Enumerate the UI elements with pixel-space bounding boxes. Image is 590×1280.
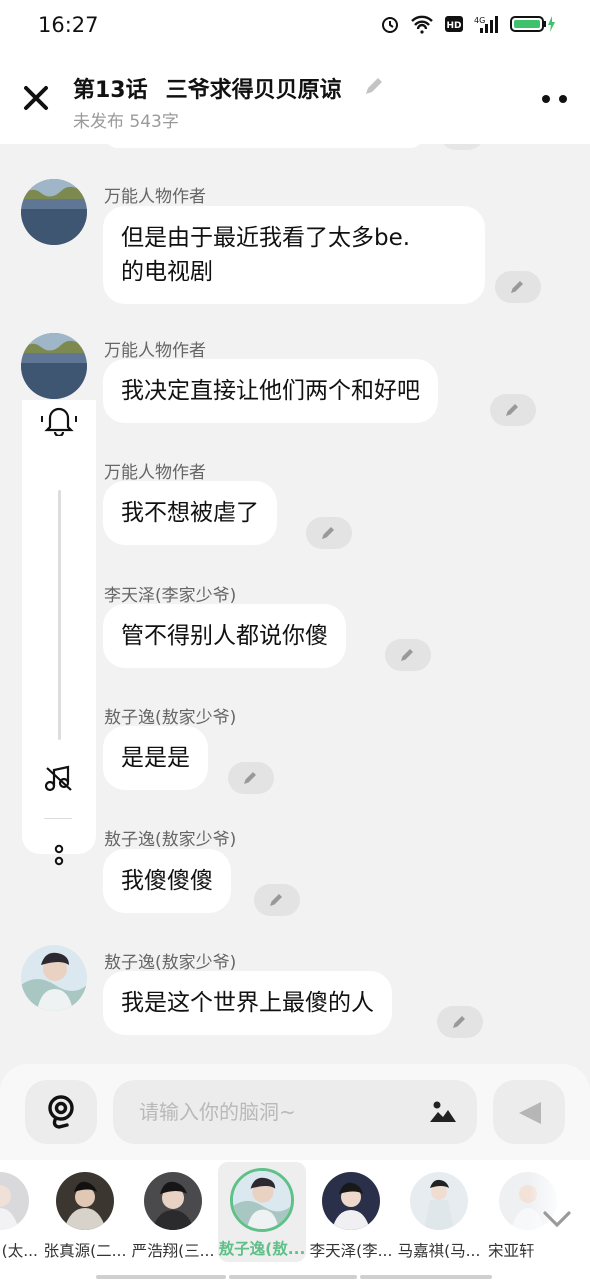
close-icon[interactable]: [20, 82, 52, 114]
chapter-title: 三爷求得贝贝原谅: [165, 78, 342, 103]
send-button[interactable]: [493, 1080, 565, 1144]
message-text: 我决定直接让他们两个和好吧: [121, 378, 420, 404]
pencil-icon: [270, 894, 282, 906]
message-bubble[interactable]: 是是是: [103, 726, 208, 790]
header: 第13话 三爷求得贝贝原谅 未发布 543字: [0, 52, 590, 144]
character-item-selected[interactable]: 敖子逸(敖...: [218, 1162, 306, 1262]
character-avatar: [322, 1172, 380, 1230]
message-text: 但是由于最近我看了太多be.: [121, 225, 411, 251]
character-avatar: [410, 1172, 468, 1230]
previous-bubble: [103, 144, 425, 148]
page-title: 第13话 三爷求得贝贝原谅: [73, 72, 342, 104]
signal-icon: 4G: [474, 16, 498, 33]
message-text: 我是这个世界上最傻的人: [121, 990, 374, 1016]
message-text: 的电视剧: [121, 259, 213, 285]
rail-divider: [58, 490, 61, 740]
character-name: 严浩翔(三...: [131, 1242, 215, 1260]
message-bubble[interactable]: 但是由于最近我看了太多be. 的电视剧: [103, 206, 485, 304]
speaker-name: 敖子逸(敖家少爷): [104, 830, 237, 850]
edit-button[interactable]: [437, 1006, 483, 1038]
voice-button[interactable]: [25, 1080, 97, 1144]
character-avatar: [230, 1168, 294, 1232]
dots-icon[interactable]: [53, 844, 65, 868]
pencil-icon: [322, 527, 334, 539]
chevron-down-icon[interactable]: [542, 1210, 572, 1228]
character-avatar: [56, 1172, 114, 1230]
character-item[interactable]: (太...: [0, 1170, 44, 1261]
rail-separator: [44, 818, 72, 819]
avatar[interactable]: [21, 179, 87, 245]
message-text: 我傻傻傻: [121, 868, 213, 894]
edit-button[interactable]: [254, 884, 300, 916]
voice-icon: [48, 1095, 74, 1129]
svg-text:HD: HD: [446, 21, 461, 31]
status-icons: HD 4G: [380, 14, 556, 34]
pencil-icon: [511, 281, 523, 293]
message-input[interactable]: [113, 1080, 477, 1144]
chapter-meta: 未发布 543字: [73, 112, 179, 132]
speaker-name: 敖子逸(敖家少爷): [104, 953, 237, 973]
message-bubble[interactable]: 我是这个世界上最傻的人: [103, 971, 392, 1035]
avatar[interactable]: [21, 945, 87, 1011]
speaker-name: 万能人物作者: [104, 341, 206, 361]
message-bubble[interactable]: 我傻傻傻: [103, 849, 231, 913]
hd-icon: HD: [445, 16, 463, 32]
strip-scrollbar: [96, 1275, 492, 1279]
edit-button[interactable]: [385, 639, 431, 671]
pencil-icon: [244, 772, 256, 784]
edit-button[interactable]: [490, 394, 536, 426]
character-avatar: [0, 1172, 29, 1230]
previous-edit-button[interactable]: [440, 144, 484, 150]
character-item[interactable]: 李天泽(李...: [307, 1170, 395, 1261]
speaker-name: 敖子逸(敖家少爷): [104, 708, 237, 728]
character-name: (太...: [1, 1242, 38, 1260]
character-name: 敖子逸(敖...: [218, 1240, 306, 1258]
send-icon: [519, 1102, 541, 1124]
pencil-icon[interactable]: [362, 74, 386, 98]
side-rail: [22, 400, 96, 866]
character-name: 张真源(二...: [43, 1242, 127, 1260]
more-icon[interactable]: [541, 94, 569, 104]
message-bubble[interactable]: 管不得别人都说你傻: [103, 604, 346, 668]
message-text: 管不得别人都说你傻: [121, 623, 328, 649]
edit-button[interactable]: [495, 271, 541, 303]
pencil-icon: [401, 649, 413, 661]
speaker-name: 万能人物作者: [104, 463, 206, 483]
message-bubble[interactable]: 我不想被虐了: [103, 481, 277, 545]
image-icon[interactable]: [428, 1100, 458, 1124]
character-strip: (太... 张真源(二... 严浩翔(三... 敖子逸(敖... 李天泽(李..…: [0, 1160, 590, 1280]
edit-button[interactable]: [306, 517, 352, 549]
character-name: 马嘉祺(马...: [397, 1242, 481, 1260]
message-bubble[interactable]: 我决定直接让他们两个和好吧: [103, 359, 438, 423]
speaker-name: 李天泽(李家少爷): [104, 586, 237, 606]
music-icon[interactable]: [44, 765, 74, 793]
battery-icon: [510, 16, 555, 32]
character-item[interactable]: 张真源(二...: [41, 1170, 129, 1261]
pencil-icon: [506, 404, 518, 416]
character-avatar: [144, 1172, 202, 1230]
pencil-icon: [453, 1016, 465, 1028]
wifi-icon: [411, 15, 433, 34]
chapter-number: 第13话: [73, 78, 148, 103]
character-name: 李天泽(李...: [309, 1242, 393, 1260]
status-bar: 16:27 HD 4G: [0, 0, 590, 52]
input-bar: [0, 1064, 590, 1160]
message-text: 是是是: [121, 745, 190, 771]
svg-text:4G: 4G: [474, 16, 485, 25]
avatar[interactable]: [21, 333, 87, 399]
bell-icon[interactable]: [40, 404, 78, 436]
character-item[interactable]: 马嘉祺(马...: [395, 1170, 483, 1261]
character-item[interactable]: 严浩翔(三...: [129, 1170, 217, 1261]
status-time: 16:27: [38, 13, 99, 37]
alarm-icon: [382, 17, 398, 33]
message-text: 我不想被虐了: [121, 500, 259, 526]
edit-button[interactable]: [228, 762, 274, 794]
speaker-name: 万能人物作者: [104, 187, 206, 207]
